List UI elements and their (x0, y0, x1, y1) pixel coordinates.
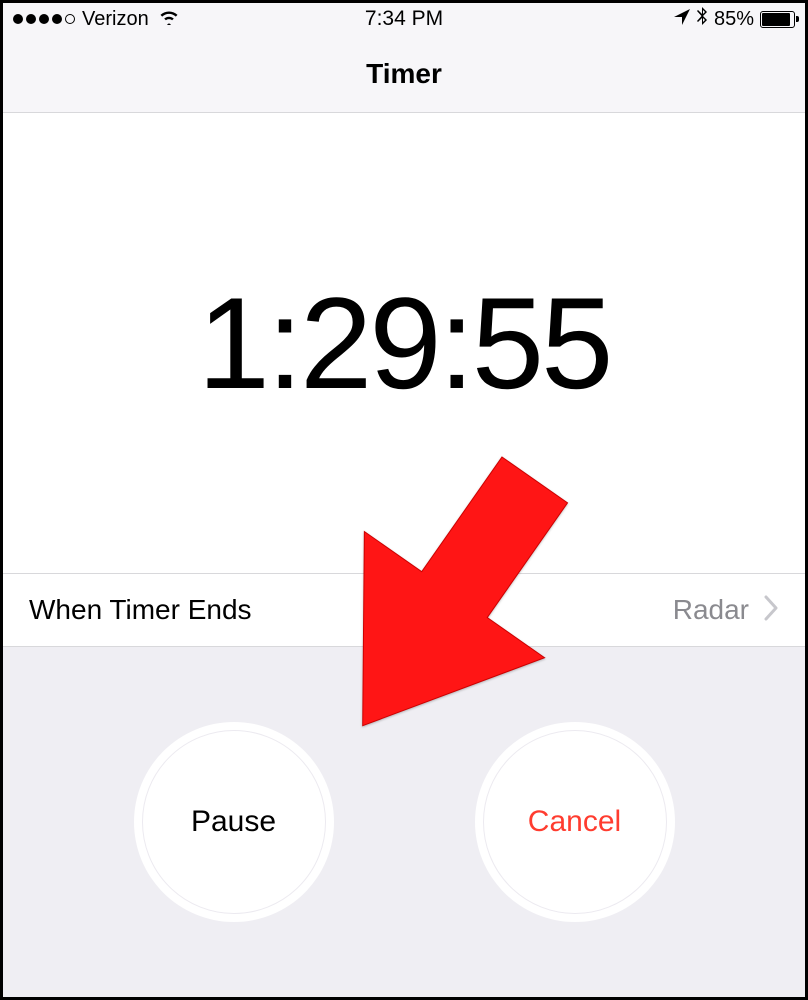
when-timer-ends-row[interactable]: When Timer Ends Radar (3, 573, 805, 647)
when-timer-ends-value: Radar (673, 594, 749, 626)
page-title: Timer (366, 58, 442, 90)
pause-button[interactable]: Pause (134, 722, 334, 922)
status-right: 85% (674, 7, 795, 32)
button-area: Pause Cancel (3, 647, 805, 997)
cancel-button[interactable]: Cancel (475, 722, 675, 922)
battery-icon (760, 11, 795, 28)
status-left: Verizon (13, 8, 180, 31)
timer-display-area: 1:29:55 (3, 113, 805, 573)
signal-strength-icon (13, 14, 75, 24)
pause-button-label: Pause (191, 805, 276, 839)
location-icon (674, 9, 690, 30)
when-timer-ends-label: When Timer Ends (29, 594, 673, 626)
nav-header: Timer (3, 35, 805, 113)
chevron-right-icon (763, 592, 779, 629)
bluetooth-icon (696, 7, 708, 32)
status-time: 7:34 PM (365, 7, 443, 31)
battery-percentage: 85% (714, 8, 754, 31)
timer-countdown: 1:29:55 (198, 268, 611, 418)
status-bar: Verizon 7:34 PM 85% (3, 3, 805, 35)
carrier-label: Verizon (82, 8, 149, 31)
cancel-button-label: Cancel (528, 805, 621, 839)
wifi-icon (158, 8, 180, 31)
